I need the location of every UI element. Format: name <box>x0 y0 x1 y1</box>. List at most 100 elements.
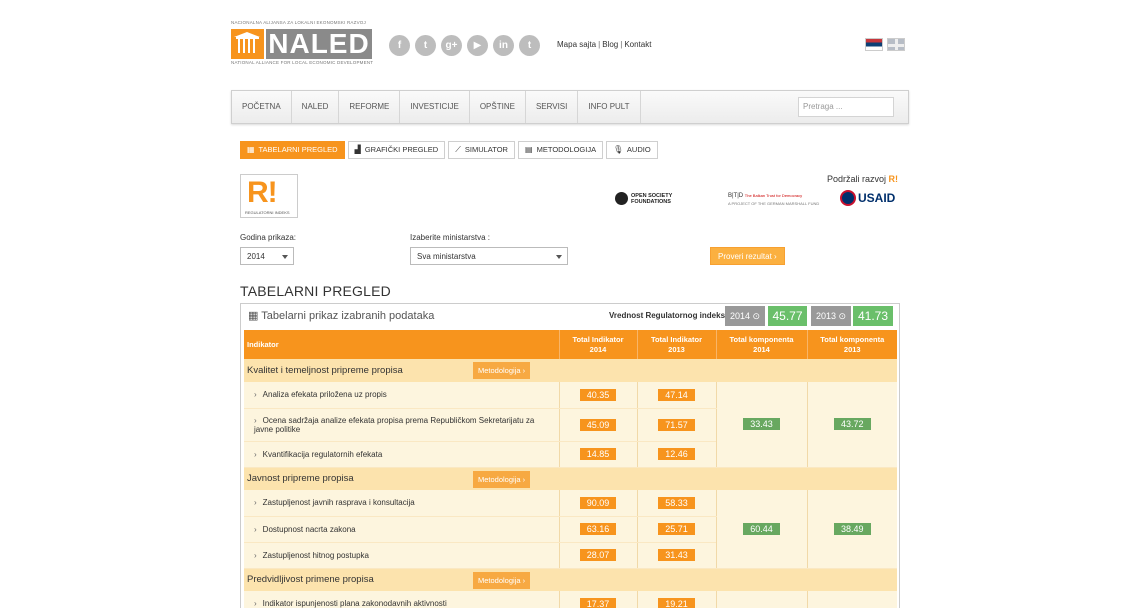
indicator-label: Indikator ispunjenosti plana zakonodavni… <box>262 599 447 608</box>
year-select-value: 2014 <box>247 252 265 261</box>
chevron-right-icon: › <box>254 599 257 608</box>
nav-item-servisi[interactable]: Servisi <box>526 91 579 123</box>
main-nav: Početna NALED Reforme Investicije Opštin… <box>231 90 909 124</box>
tab-graficki-pregled[interactable]: ▟ Grafički pregled <box>347 141 446 159</box>
component-cell-2013: 38.49 <box>806 490 897 569</box>
indicator-cell: › Ocena sadržaja analize efekata propisa … <box>244 408 559 442</box>
value-cell-2013: 12.46 <box>636 441 716 468</box>
chevron-down-icon <box>556 255 562 259</box>
value-cell-2013: 71.57 <box>636 408 716 442</box>
indicator-value-2013: 31.43 <box>658 549 695 561</box>
tab-audio[interactable]: 🎙 Audio <box>606 141 658 159</box>
indicator-value-2014: 90.09 <box>579 496 617 509</box>
group-row: Predvidljivost primene propisa Metodologi… <box>244 568 897 591</box>
tab-simulator[interactable]: ⟋ Simulator <box>448 141 515 159</box>
component-cell-2014 <box>715 591 807 608</box>
chevron-right-icon: › <box>254 390 257 400</box>
data-panel: ▦ Tabelarni prikaz izabranih podataka Vr… <box>240 303 900 608</box>
tab-label: Audio <box>626 145 651 154</box>
youtube-icon[interactable]: ▶ <box>467 35 488 56</box>
col-total-indikator-2014: Total Indikator 2014 <box>558 330 637 359</box>
methodology-button[interactable]: Metodologija › <box>473 362 531 379</box>
usaid-seal-icon <box>840 190 856 206</box>
table-icon: ▦ <box>247 145 255 154</box>
indicator-value-2014: 17.37 <box>579 597 617 608</box>
chevron-right-icon: › <box>254 524 257 534</box>
ministry-select-value: Sva ministarstva <box>417 252 476 261</box>
group-name: Javnost pripreme propisa <box>247 473 354 485</box>
twitter-alt-icon[interactable]: t <box>519 35 540 56</box>
naled-logo-mark-icon <box>231 29 264 59</box>
indicator-label: Zastupljenost hitnog postupka <box>262 550 369 560</box>
indicator-value-2014: 40.35 <box>579 388 617 401</box>
index-value-2013: 41.73 <box>853 306 893 326</box>
nav-item-info-pult[interactable]: Info pult <box>578 91 641 123</box>
serbian-flag-icon[interactable] <box>865 38 883 51</box>
group-name-cell: Javnost pripreme propisa Metodologija › <box>244 467 559 490</box>
tab-metodologija[interactable]: ▤ Metodologija <box>517 141 604 159</box>
year-select[interactable]: 2014 <box>240 247 294 265</box>
facebook-icon[interactable]: f <box>389 35 410 56</box>
check-result-button[interactable]: Proveri rezultat › <box>710 247 785 265</box>
col-label: Total Indikator <box>650 334 703 344</box>
indicator-cell: › Dostupnost nacrta zakona <box>244 516 559 543</box>
group-spacer <box>559 359 897 382</box>
google-plus-icon[interactable]: g+ <box>441 35 462 56</box>
col-year: 2013 <box>843 344 861 354</box>
list-icon: ▤ <box>524 145 533 154</box>
value-cell-2014: 17.37 <box>558 591 637 608</box>
indicator-value-2014: 14.85 <box>579 448 617 460</box>
index-value-2014: 45.77 <box>768 306 807 326</box>
english-flag-icon[interactable] <box>887 38 905 51</box>
indicator-label: Kvantifikacija regulatornih efekata <box>262 449 383 459</box>
index-year-2013-button[interactable]: 2013 ⊙ <box>811 306 852 326</box>
table-row[interactable]: › Analiza efekata priložena uz propis 40.… <box>244 382 897 468</box>
nav-item-investicije[interactable]: Investicije <box>400 91 470 123</box>
tab-tabelarni-pregled[interactable]: ▦ Tabelarni pregled <box>240 141 345 159</box>
component-value-2013: 38.49 <box>833 522 871 535</box>
chevron-right-icon: › <box>254 415 257 425</box>
btd-name: The Balkan Trust for Democracy <box>744 193 803 198</box>
col-total-komponenta-2014: Total komponenta 2014 <box>715 330 807 359</box>
table-row[interactable]: › Zastupljenost javnih rasprava i konsult… <box>244 490 897 569</box>
col-label: Total komponenta <box>729 334 794 344</box>
btd-mark: B|T|D <box>728 193 744 199</box>
index-year-2014-button[interactable]: 2014 ⊙ <box>725 306 766 326</box>
logo-wordmark: NALED <box>266 29 372 59</box>
naled-logo[interactable]: NACIONALNA ALIJANSA ZA LOKALNI EKONOMSKI… <box>231 20 373 68</box>
indicator-cell: › Indikator ispunjenosti plana zakonodavn… <box>244 591 559 608</box>
group-row: Kvalitet i temeljnost pripreme propisa Me… <box>244 359 897 382</box>
search-input[interactable]: Pretraga ... <box>798 97 894 117</box>
blog-link[interactable]: Blog <box>602 40 618 49</box>
page-title: TABELARNI PREGLED <box>240 283 391 299</box>
col-total-komponenta-2013: Total komponenta 2013 <box>806 330 897 359</box>
regulatorni-indeks-logo: R! REGULATORNI INDEKS <box>240 174 298 218</box>
indicator-value-2013: 71.57 <box>658 418 695 431</box>
value-cell-2013: 58.33 <box>636 490 716 517</box>
ministry-select[interactable]: Sva ministarstva <box>410 247 568 265</box>
value-cell-2014: 45.09 <box>558 408 637 442</box>
nav-item-pocetna[interactable]: Početna <box>232 91 292 123</box>
indicator-cell: › Zastupljenost javnih rasprava i konsult… <box>244 490 559 517</box>
methodology-button[interactable]: Metodologija › <box>473 470 531 488</box>
sitemap-link[interactable]: Mapa sajta <box>557 40 596 49</box>
osf-line-1: OPEN SOCIETY <box>631 192 673 199</box>
component-cell-2013 <box>806 591 897 608</box>
ministry-label: Izaberite ministarstva : <box>410 233 491 242</box>
col-year: 2014 <box>753 344 770 354</box>
twitter-icon[interactable]: t <box>415 35 436 56</box>
nav-item-naled[interactable]: NALED <box>292 91 340 123</box>
value-cell-2014: 40.35 <box>558 382 637 409</box>
value-cell-2014: 28.07 <box>558 542 637 569</box>
nav-item-opstine[interactable]: Opštine <box>470 91 526 123</box>
language-switcher <box>865 38 905 51</box>
linkedin-icon[interactable]: in <box>493 35 514 56</box>
table-icon: ▦ <box>248 310 259 322</box>
chevron-right-icon: › <box>254 449 257 459</box>
methodology-button[interactable]: Metodologija › <box>473 571 531 589</box>
table-row[interactable]: › Indikator ispunjenosti plana zakonodavn… <box>244 591 897 608</box>
group-name: Predvidljivost primene propisa <box>247 574 374 586</box>
nav-item-reforme[interactable]: Reforme <box>339 91 401 123</box>
contact-link[interactable]: Kontakt <box>624 40 651 49</box>
logo-bottom-tagline: NATIONAL ALLIANCE FOR LOCAL ECONOMIC DEV… <box>231 60 374 65</box>
